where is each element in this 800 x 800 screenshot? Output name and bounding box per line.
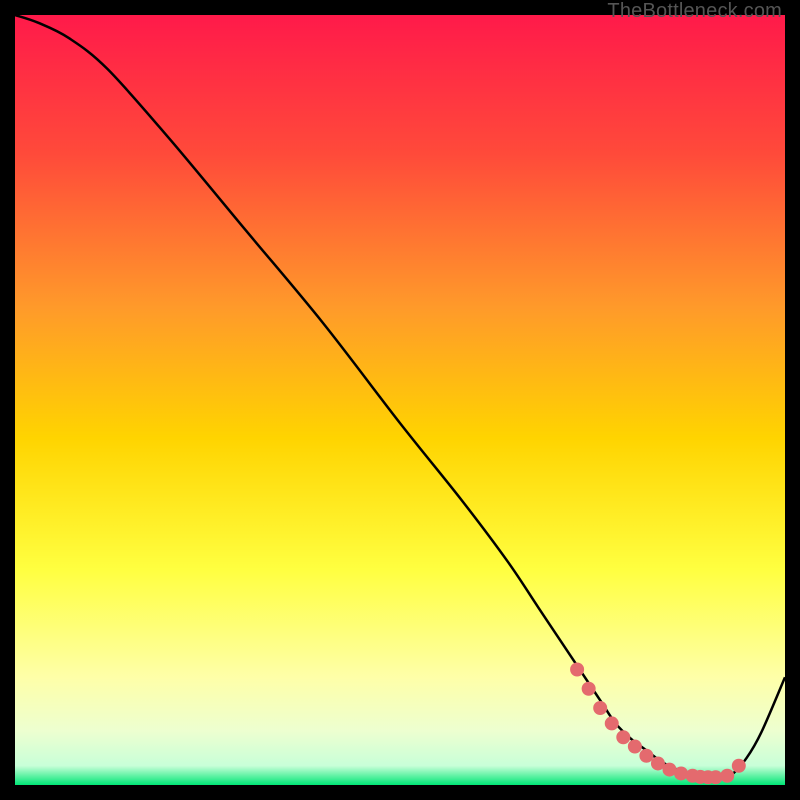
highlight-marker xyxy=(732,759,746,773)
bottleneck-curve xyxy=(15,15,785,778)
watermark-text: TheBottleneck.com xyxy=(607,0,782,23)
highlight-marker xyxy=(593,701,607,715)
curve-layer xyxy=(15,15,785,785)
highlight-marker xyxy=(605,716,619,730)
highlight-markers xyxy=(570,663,746,785)
highlight-marker xyxy=(582,682,596,696)
highlight-marker xyxy=(639,749,653,763)
highlight-marker xyxy=(570,663,584,677)
plot-area xyxy=(15,15,785,785)
highlight-marker xyxy=(616,730,630,744)
highlight-marker xyxy=(720,769,734,783)
highlight-marker xyxy=(628,740,642,754)
highlight-marker xyxy=(674,766,688,780)
